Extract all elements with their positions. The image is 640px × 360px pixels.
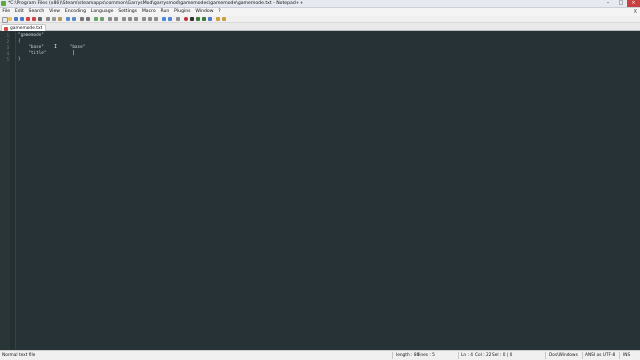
cut-icon[interactable] <box>46 17 50 21</box>
folder-workspace-icon[interactable] <box>168 17 172 21</box>
zoom-out-icon[interactable] <box>100 17 104 21</box>
menu-edit[interactable]: Edit <box>12 8 26 16</box>
notepad-plus-plus-icon <box>1 1 6 6</box>
print-icon[interactable] <box>38 17 42 21</box>
close-button[interactable]: × <box>627 0 640 7</box>
status-separator <box>458 352 459 359</box>
title-bar: *C:\Program Files (x86)\Steam\steamapps\… <box>0 0 640 8</box>
status-column: Col : 22 <box>475 353 492 358</box>
line-number: 3 <box>6 45 9 50</box>
status-eol[interactable]: Dos\Windows <box>549 351 578 360</box>
status-insert-mode: INS <box>623 353 631 358</box>
status-separator <box>545 352 546 359</box>
user-language-icon[interactable] <box>142 17 146 21</box>
close-all-icon[interactable] <box>32 17 36 21</box>
doc-map-icon[interactable] <box>148 17 152 21</box>
menu-help[interactable]: ? <box>216 8 223 16</box>
code-line[interactable]: "title" <box>18 51 70 56</box>
menu-language[interactable]: Language <box>88 8 115 16</box>
minimize-button[interactable]: – <box>602 0 614 7</box>
code-line[interactable]: } <box>18 57 21 62</box>
indent-guide-icon[interactable] <box>134 17 138 21</box>
editor-area[interactable]: 1 2 3 4 5 "gamemode" { "base" "base" "ti… <box>0 31 640 350</box>
word-wrap-icon[interactable] <box>122 17 126 21</box>
save-icon[interactable] <box>14 17 18 21</box>
status-bar: Normal text file length : 86 lines : 5 L… <box>0 350 640 360</box>
maximize-button[interactable]: □ <box>615 0 627 7</box>
paste-icon[interactable] <box>58 17 62 21</box>
run-macro-multiple-icon[interactable] <box>202 17 206 21</box>
code-line[interactable]: "base" "base" <box>18 45 85 50</box>
menu-window[interactable]: Window <box>193 8 216 16</box>
plugin-icon[interactable] <box>222 17 226 21</box>
menu-bar: File Edit Search View Encoding Language Settin… <box>0 8 640 16</box>
code-line[interactable]: "gamemode" <box>18 33 44 38</box>
line-number-gutter <box>0 31 10 350</box>
redo-icon[interactable] <box>72 17 76 21</box>
status-selection: Sel : 0 | 0 <box>492 353 513 358</box>
line-number: 2 <box>6 39 9 44</box>
window-title: *C:\Program Files (x86)\Steam\steamapps\… <box>8 1 304 6</box>
line-number: 4 <box>6 51 9 56</box>
status-length: length : 86 <box>396 353 420 358</box>
status-encoding[interactable]: ANSI as UTF-8 <box>585 351 615 360</box>
copy-icon[interactable] <box>52 17 56 21</box>
save-macro-icon[interactable] <box>208 17 212 21</box>
menu-file[interactable]: File <box>0 8 12 16</box>
show-all-chars-icon[interactable] <box>128 17 132 21</box>
monitoring-icon[interactable] <box>176 17 180 21</box>
save-all-icon[interactable] <box>20 17 24 21</box>
close-file-icon[interactable] <box>26 17 30 21</box>
function-list-icon[interactable] <box>154 17 158 21</box>
tab-bar: gamemode.txt <box>0 23 640 32</box>
fold-margin[interactable] <box>10 31 16 350</box>
status-separator <box>619 352 620 359</box>
play-macro-icon[interactable] <box>196 17 200 21</box>
menu-run[interactable]: Run <box>158 8 172 16</box>
zoom-in-icon[interactable] <box>94 17 98 21</box>
line-number: 1 <box>6 33 9 38</box>
spell-check-icon[interactable] <box>216 17 220 21</box>
undo-icon[interactable] <box>66 17 70 21</box>
sync-vertical-icon[interactable] <box>108 17 112 21</box>
menu-macro[interactable]: Macro <box>139 8 158 16</box>
menu-plugins[interactable]: Plugins <box>172 8 193 16</box>
status-lines: lines : 5 <box>418 353 435 358</box>
active-view-icon[interactable] <box>162 17 166 21</box>
menu-encoding[interactable]: Encoding <box>62 8 88 16</box>
line-number: 5 <box>6 57 9 62</box>
menu-search[interactable]: Search <box>26 8 47 16</box>
replace-icon[interactable] <box>86 17 90 21</box>
find-icon[interactable] <box>80 17 84 21</box>
close-document-button[interactable]: X <box>634 8 637 16</box>
record-macro-icon[interactable] <box>184 17 188 21</box>
sync-horizontal-icon[interactable] <box>114 17 118 21</box>
unsaved-file-icon <box>4 26 8 31</box>
status-line-number: Ln : 4 <box>461 353 474 358</box>
status-file-type: Normal text file <box>2 353 36 358</box>
menu-settings[interactable]: Settings <box>116 8 140 16</box>
code-line[interactable]: { <box>18 39 21 44</box>
status-separator <box>582 352 583 359</box>
open-file-icon[interactable] <box>8 17 12 21</box>
stop-macro-icon[interactable] <box>190 17 194 21</box>
mouse-ibeam-cursor: I <box>54 44 58 50</box>
status-separator <box>392 352 393 359</box>
toolbar <box>0 16 640 23</box>
menu-view[interactable]: View <box>47 8 63 16</box>
text-caret: | <box>72 50 76 56</box>
